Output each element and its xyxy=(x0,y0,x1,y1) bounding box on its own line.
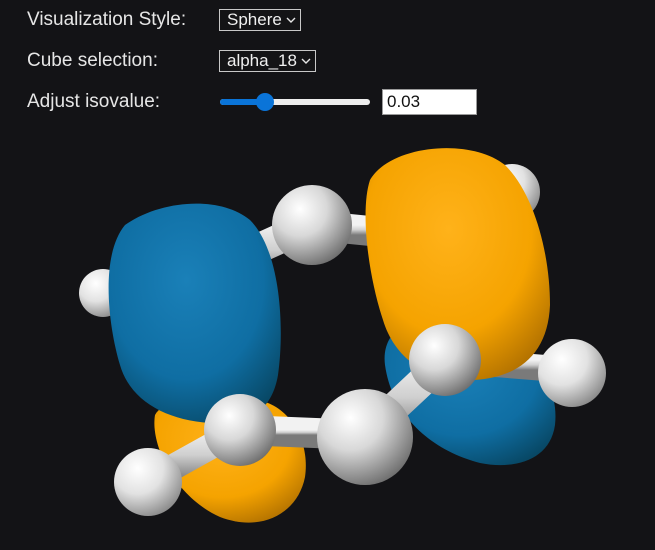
orbital-lobe-blue-upper xyxy=(108,203,281,424)
carbon-atom xyxy=(317,389,413,485)
hydrogen-atom xyxy=(114,448,182,516)
hydrogen-atom xyxy=(538,339,606,407)
carbon-atom xyxy=(409,324,481,396)
isovalue-slider[interactable] xyxy=(220,93,370,111)
cube-label: Cube selection: xyxy=(27,50,158,71)
molecule-viewer[interactable] xyxy=(0,125,655,550)
chevron-down-icon xyxy=(286,17,296,23)
carbon-atom xyxy=(272,185,352,265)
style-label: Visualization Style: xyxy=(27,9,187,30)
visualization-style-select[interactable]: Sphere xyxy=(219,9,301,31)
style-value: Sphere xyxy=(227,10,282,29)
cube-selection-select[interactable]: alpha_18 xyxy=(219,50,316,72)
iso-label: Adjust isovalue: xyxy=(27,91,161,112)
carbon-atom xyxy=(204,394,276,466)
cube-value: alpha_18 xyxy=(227,51,297,70)
isovalue-slider-thumb[interactable] xyxy=(256,93,274,111)
isovalue-input[interactable] xyxy=(382,89,477,115)
chevron-down-icon xyxy=(301,58,311,64)
